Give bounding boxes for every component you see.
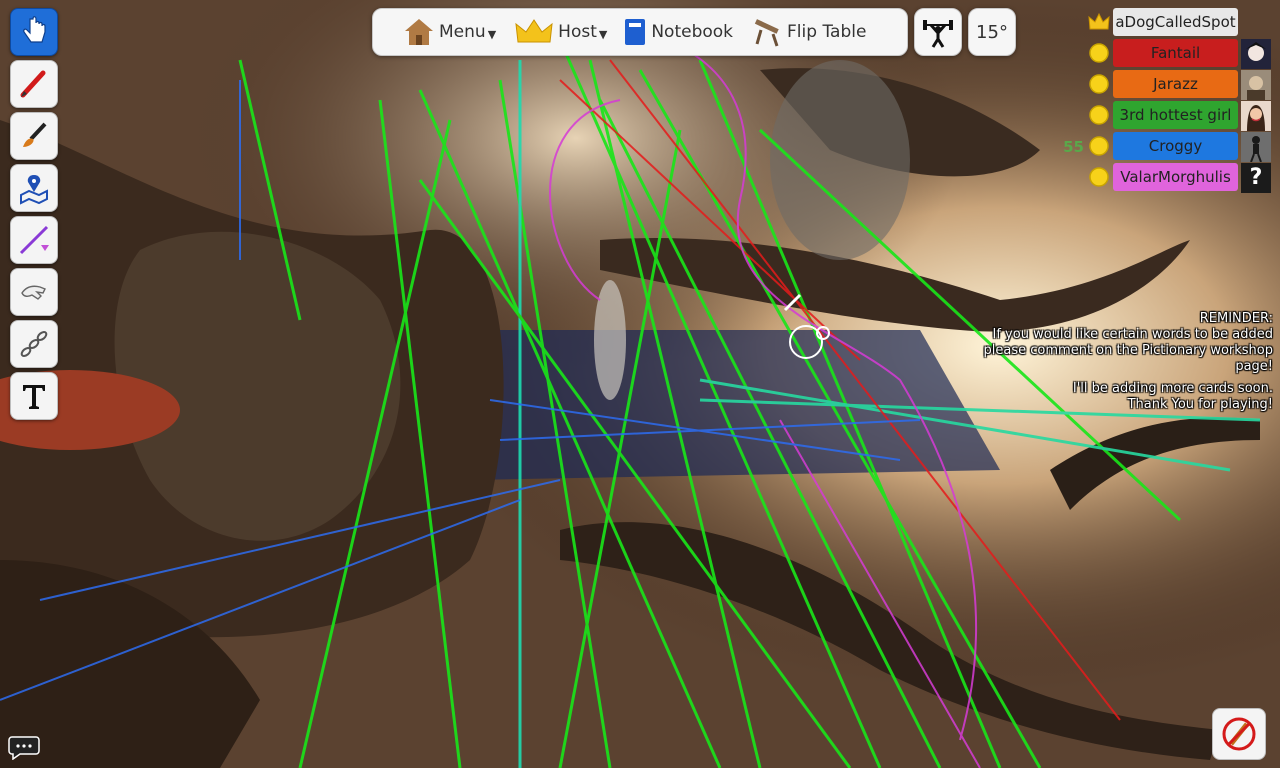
gizmo-hand-icon — [21, 285, 46, 300]
player-name: Croggy — [1113, 132, 1238, 160]
avatar — [1241, 101, 1271, 131]
pointer-tool-button[interactable] — [10, 8, 58, 56]
chevron-down-icon: ▼ — [598, 27, 608, 41]
toggle-drawing-button[interactable] — [1212, 708, 1266, 760]
reminder-line: page! — [1235, 359, 1273, 374]
weightlifter-icon — [923, 20, 953, 48]
joint-tool-button[interactable] — [10, 320, 58, 368]
notebook-icon — [623, 16, 647, 48]
rotation-angle-value: 15° — [976, 21, 1008, 43]
player-score: 55 — [1063, 138, 1084, 156]
player-row[interactable]: 3rd hottest girl — [1060, 101, 1280, 131]
map-pin-icon — [20, 175, 48, 205]
gizmo-hand-tool-button[interactable] — [10, 268, 58, 316]
reminder-line: I'll be adding more cards soon. — [1072, 381, 1273, 396]
unknown-avatar: ? — [1241, 163, 1271, 193]
chat-bubble-icon[interactable] — [8, 734, 40, 760]
hand-pointer-icon — [23, 16, 46, 43]
menu-button[interactable]: Menu ▼ — [399, 9, 500, 55]
coin-icon — [1089, 43, 1109, 63]
player-name: aDogCalledSpot — [1113, 8, 1238, 36]
crown-icon — [1088, 12, 1110, 30]
chain-icon — [20, 331, 48, 357]
coin-icon — [1089, 136, 1109, 156]
text-tool-button[interactable] — [10, 372, 58, 420]
flip-table-label: Flip Table — [787, 22, 867, 42]
player-name: Jarazz — [1113, 70, 1238, 98]
player-row[interactable]: aDogCalledSpot — [1060, 8, 1280, 38]
host-button[interactable]: Host ▼ — [510, 9, 611, 55]
avatar — [1241, 8, 1271, 38]
avatar — [1241, 39, 1271, 69]
coin-icon — [1089, 167, 1109, 187]
reminder-line: Thank You for playing! — [1127, 397, 1273, 412]
map-ping-tool-button[interactable] — [10, 164, 58, 212]
paint-brush-icon — [23, 122, 47, 147]
house-icon — [403, 16, 435, 48]
chevron-down-icon: ▼ — [487, 27, 497, 41]
player-row[interactable]: Jarazz — [1060, 70, 1280, 100]
avatar — [1241, 132, 1271, 162]
paint-brush-tool-button[interactable] — [10, 112, 58, 160]
crown-icon — [514, 16, 554, 48]
player-row[interactable]: 55 Croggy — [1060, 132, 1280, 162]
lift-button[interactable] — [914, 8, 962, 56]
reminder-note: REMINDER: If you would like certain word… — [943, 311, 1273, 413]
text-icon — [23, 385, 45, 409]
host-label: Host — [558, 22, 597, 42]
left-toolbar — [10, 8, 58, 424]
player-row[interactable]: ValarMorghulis ? — [1060, 163, 1280, 193]
reminder-line: If you would like certain words to be ad… — [992, 327, 1273, 342]
pen-tool-button[interactable] — [10, 60, 58, 108]
player-name: Fantail — [1113, 39, 1238, 67]
player-name: ValarMorghulis — [1113, 163, 1238, 191]
flip-table-button[interactable]: Flip Table — [747, 9, 870, 55]
rotation-angle-button[interactable]: 15° — [968, 8, 1016, 56]
line-tool-button[interactable] — [10, 216, 58, 264]
player-row[interactable]: Fantail — [1060, 39, 1280, 69]
top-menu-bar: Menu ▼ Host ▼ Notebook Flip Table — [372, 8, 908, 56]
player-name: 3rd hottest girl — [1113, 101, 1238, 129]
flip-table-icon — [751, 16, 783, 48]
notebook-label: Notebook — [651, 22, 734, 42]
pen-icon — [20, 70, 46, 98]
coin-icon — [1089, 105, 1109, 125]
menu-label: Menu — [439, 22, 486, 42]
avatar — [1241, 70, 1271, 100]
coin-icon — [1089, 74, 1109, 94]
line-icon — [19, 225, 49, 255]
reminder-line: please comment on the Pictionary worksho… — [983, 343, 1273, 358]
notebook-button[interactable]: Notebook — [619, 9, 737, 55]
reminder-line: REMINDER: — [1199, 311, 1273, 326]
no-pen-icon — [1222, 717, 1256, 751]
